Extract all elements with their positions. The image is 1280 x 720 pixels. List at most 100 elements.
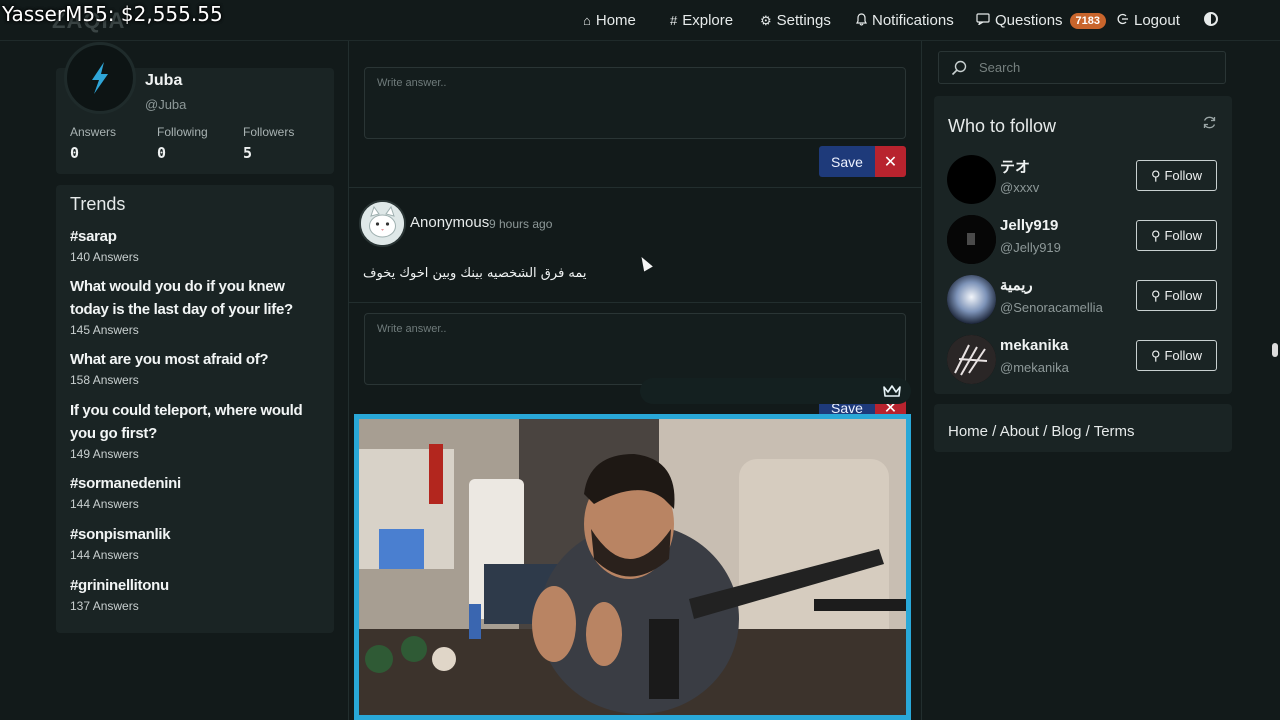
footer-link-about[interactable]: About bbox=[1000, 423, 1039, 440]
trend-item[interactable]: #sarap 140 Answers bbox=[70, 225, 326, 264]
trend-title: What are you most afraid of? bbox=[70, 351, 269, 368]
user-handle: @Jelly919 bbox=[1000, 240, 1061, 255]
follow-button[interactable]: ⚲ Follow bbox=[1136, 280, 1217, 311]
user-avatar[interactable] bbox=[947, 155, 996, 204]
follow-button[interactable]: ⚲ Follow bbox=[1136, 160, 1217, 191]
follow-button[interactable]: ⚲ Follow bbox=[1136, 340, 1217, 371]
profile-avatar[interactable] bbox=[64, 42, 136, 114]
hash-icon: # bbox=[670, 13, 678, 28]
trend-count: 140 Answers bbox=[70, 250, 139, 264]
trend-title: #grininellitonu bbox=[70, 577, 169, 594]
user-plus-icon: ⚲ bbox=[1150, 287, 1161, 303]
nav-notifications[interactable]: Notifications bbox=[856, 0, 954, 41]
footer-separator: / bbox=[1081, 423, 1094, 440]
cancel-button[interactable]: ✕ bbox=[875, 146, 906, 177]
cat-avatar-icon bbox=[361, 202, 404, 245]
footer-separator: / bbox=[988, 423, 1000, 440]
question-text: يمه فرق الشخصيه بينك وبين اخوك يخوف bbox=[363, 266, 587, 281]
nav-settings[interactable]: ⚙ Settings bbox=[760, 0, 831, 41]
user-name[interactable]: テオ bbox=[1000, 156, 1030, 177]
anonymous-avatar[interactable] bbox=[359, 200, 406, 247]
follow-label: Follow bbox=[1164, 168, 1203, 183]
trend-item[interactable]: What would you do if you knew today is t… bbox=[70, 275, 326, 337]
questions-count-badge: 7183 bbox=[1069, 12, 1107, 29]
search-input[interactable] bbox=[979, 60, 1209, 75]
streamer-webcam-image bbox=[359, 419, 906, 715]
webcam-overlay-bar bbox=[640, 378, 911, 404]
nav-logout[interactable]: Logout bbox=[1117, 0, 1180, 41]
nav-questions[interactable]: Questions 7183 bbox=[976, 0, 1107, 41]
trends-title: Trends bbox=[70, 194, 126, 214]
nav-notifications-label: Notifications bbox=[872, 12, 954, 29]
avatar-image bbox=[947, 215, 996, 264]
user-handle: @mekanika bbox=[1000, 360, 1069, 375]
footer-links: Home / About / Blog / Terms bbox=[948, 423, 1135, 440]
user-plus-icon: ⚲ bbox=[1150, 227, 1161, 243]
profile-name[interactable]: Juba bbox=[145, 72, 182, 90]
refresh-icon[interactable] bbox=[1202, 115, 1217, 130]
user-plus-icon: ⚲ bbox=[1150, 167, 1161, 183]
user-name[interactable]: ريمية bbox=[1000, 276, 1033, 294]
user-handle: @Senoracamellia bbox=[1000, 300, 1103, 315]
trend-count: 149 Answers bbox=[70, 447, 139, 461]
user-handle: @xxxv bbox=[1000, 180, 1040, 195]
trend-count: 144 Answers bbox=[70, 548, 139, 562]
search-bar[interactable] bbox=[938, 51, 1226, 84]
avatar-image bbox=[947, 275, 996, 324]
feed-divider bbox=[349, 302, 921, 303]
search-icon bbox=[951, 60, 967, 75]
gear-icon: ⚙ bbox=[760, 12, 772, 28]
trend-item[interactable]: #sonpismanlik 144 Answers bbox=[70, 523, 326, 562]
stat-followers-value: 5 bbox=[243, 144, 253, 162]
answer-textarea[interactable]: Write answer.. bbox=[364, 313, 906, 385]
webcam-feed bbox=[354, 414, 911, 720]
user-avatar[interactable] bbox=[947, 215, 996, 264]
answer-textarea[interactable]: Write answer.. bbox=[364, 67, 906, 139]
nav-home[interactable]: ⌂ Home bbox=[583, 0, 636, 41]
user-name[interactable]: mekanika bbox=[1000, 337, 1068, 354]
nav-logout-label: Logout bbox=[1134, 12, 1180, 29]
follow-button[interactable]: ⚲ Follow bbox=[1136, 220, 1217, 251]
nav-questions-label: Questions bbox=[995, 12, 1063, 29]
footer-link-blog[interactable]: Blog bbox=[1051, 423, 1081, 440]
trend-item[interactable]: What are you most afraid of? 158 Answers bbox=[70, 348, 326, 387]
house-icon: ⌂ bbox=[583, 13, 591, 28]
follow-label: Follow bbox=[1164, 288, 1203, 303]
stat-following-value: 0 bbox=[157, 144, 167, 162]
trend-title: #sormanedenini bbox=[70, 475, 181, 492]
chat-icon bbox=[976, 13, 990, 28]
trend-title: What would you do if you knew today is t… bbox=[70, 278, 293, 318]
who-to-follow-title: Who to follow bbox=[948, 116, 1057, 136]
nav-explore-label: Explore bbox=[682, 12, 734, 29]
question-author[interactable]: Anonymous bbox=[410, 214, 489, 231]
footer-link-home[interactable]: Home bbox=[948, 423, 988, 440]
trend-item[interactable]: #sormanedenini 144 Answers bbox=[70, 472, 326, 511]
footer-separator: / bbox=[1038, 423, 1052, 440]
user-avatar[interactable] bbox=[947, 275, 996, 324]
trend-title: #sonpismanlik bbox=[70, 526, 171, 543]
trend-count: 145 Answers bbox=[70, 323, 139, 337]
crown-icon bbox=[883, 385, 901, 397]
user-plus-icon: ⚲ bbox=[1150, 347, 1161, 363]
follow-label: Follow bbox=[1164, 348, 1203, 363]
trend-item[interactable]: If you could teleport, where would you g… bbox=[70, 399, 326, 461]
stat-answers-label: Answers bbox=[70, 125, 117, 139]
trend-item[interactable]: #grininellitonu 137 Answers bbox=[70, 574, 326, 613]
feed-divider bbox=[349, 187, 921, 188]
stat-following-label: Following bbox=[157, 125, 208, 139]
page-scrollbar[interactable] bbox=[1272, 343, 1278, 357]
question-time: 9 hours ago bbox=[489, 217, 553, 231]
footer-link-terms[interactable]: Terms bbox=[1094, 423, 1135, 440]
user-name[interactable]: Jelly919 bbox=[1000, 217, 1058, 234]
save-button[interactable]: Save bbox=[819, 146, 875, 177]
user-avatar[interactable] bbox=[947, 335, 996, 384]
trend-count: 144 Answers bbox=[70, 497, 139, 511]
trend-count: 158 Answers bbox=[70, 373, 139, 387]
nav-settings-label: Settings bbox=[776, 12, 831, 29]
nav-explore[interactable]: # Explore bbox=[670, 0, 733, 41]
profile-handle: @Juba bbox=[145, 97, 187, 112]
follow-label: Follow bbox=[1164, 228, 1203, 243]
trend-title: If you could teleport, where would you g… bbox=[70, 402, 303, 442]
contrast-icon[interactable] bbox=[1204, 12, 1218, 26]
stat-followers-label: Followers bbox=[243, 125, 295, 139]
